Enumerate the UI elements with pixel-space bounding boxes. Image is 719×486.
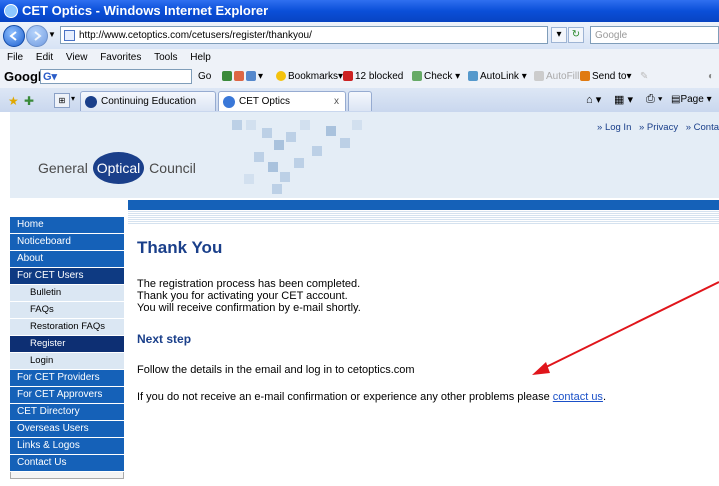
menu-tools[interactable]: Tools: [154, 52, 177, 63]
address-toolbar: ▼ http://www.cetoptics.com/cetusers/regi…: [0, 22, 719, 50]
send-icon: [580, 71, 590, 82]
sidebar-item-for-cet-approvers[interactable]: For CET Approvers: [10, 387, 124, 404]
google-search-input[interactable]: G▾: [40, 69, 192, 84]
address-url: http://www.cetoptics.com/cetusers/regist…: [79, 30, 312, 41]
contact-link-top[interactable]: » Conta: [686, 122, 719, 133]
top-links: » Log In » Privacy » Conta: [592, 122, 719, 133]
window-title-bar: CET Optics - Windows Internet Explorer: [0, 0, 719, 22]
gmail-icon: [222, 71, 232, 82]
back-button[interactable]: [3, 25, 25, 47]
autolink-button[interactable]: AutoLink ▾: [468, 66, 527, 88]
forward-button[interactable]: [26, 25, 48, 47]
privacy-link[interactable]: » Privacy: [639, 122, 678, 133]
site-header: General Optical Council » Log In » Priva…: [10, 112, 719, 198]
sidebar-bottom-box: [10, 472, 124, 479]
tab-cet-optics[interactable]: CET Optics x: [218, 91, 346, 111]
sidebar-item-contact-us[interactable]: Contact Us: [10, 455, 124, 472]
popup-blocked-button[interactable]: 12 blocked: [343, 66, 403, 88]
back-arrow-icon: [9, 31, 17, 41]
star-icon: [276, 71, 286, 82]
bookmarks-button[interactable]: Bookmarks▾: [276, 66, 343, 88]
page-title: Thank You: [137, 238, 223, 257]
sidebar-item-bulletin[interactable]: Bulletin: [10, 285, 124, 302]
page-menu-button[interactable]: ▤Page ▾: [671, 94, 712, 105]
new-tab-button[interactable]: [348, 91, 372, 111]
sidebar-item-links-logos[interactable]: Links & Logos: [10, 438, 124, 455]
goc-logo[interactable]: General Optical Council: [38, 152, 196, 184]
close-tab-icon[interactable]: x: [334, 92, 339, 112]
page-icon: [64, 30, 75, 41]
sidebar-item-register[interactable]: Register: [10, 336, 124, 353]
address-input[interactable]: http://www.cetoptics.com/cetusers/regist…: [60, 26, 548, 44]
login-link[interactable]: » Log In: [597, 122, 631, 133]
forward-arrow-icon: [34, 31, 42, 41]
google-toolbar: Google G▾ Go ▾ Bookmarks▾ 12 blocked Che…: [0, 66, 719, 89]
confirmation-line-3: You will receive confirmation by e-mail …: [137, 302, 361, 314]
add-favorites-icon[interactable]: ✚: [24, 94, 34, 108]
menu-view[interactable]: View: [66, 52, 88, 63]
menu-edit[interactable]: Edit: [36, 52, 53, 63]
print-icon[interactable]: ⎙ ▾: [646, 93, 662, 106]
popup-blocker-icon: [343, 71, 353, 82]
history-dropdown-icon[interactable]: ▼: [48, 30, 56, 39]
sidebar-item-login[interactable]: Login: [10, 353, 124, 370]
menu-file[interactable]: File: [7, 52, 23, 63]
sidebar-item-cet-directory[interactable]: CET Directory: [10, 404, 124, 421]
header-stripes: [128, 210, 719, 224]
refresh-icon[interactable]: ↻: [568, 27, 584, 43]
menu-help[interactable]: Help: [190, 52, 211, 63]
sidebar-nav: Home Noticeboard About For CET Users Bul…: [10, 217, 124, 479]
sidebar-item-overseas-users[interactable]: Overseas Users: [10, 421, 124, 438]
sidebar-item-for-cet-providers[interactable]: For CET Providers: [10, 370, 124, 387]
ie-page-favicon-icon: [223, 96, 235, 108]
tab-bar: ★ ✚ ⊞ ▾ Continuing Education and Tr... C…: [0, 88, 719, 127]
sidebar-item-home[interactable]: Home: [10, 217, 124, 234]
google-go-button[interactable]: Go: [198, 66, 211, 88]
problem-message: If you do not receive an e-mail confirma…: [137, 391, 606, 403]
quick-tabs-icon[interactable]: ⊞: [54, 93, 70, 108]
favorites-star-icon[interactable]: ★: [8, 94, 19, 108]
menu-favorites[interactable]: Favorites: [100, 52, 141, 63]
sidebar-item-restoration-faqs[interactable]: Restoration FAQs: [10, 319, 124, 336]
feeds-icon[interactable]: ▦ ▾: [614, 93, 633, 106]
address-dropdown-button[interactable]: ▾: [551, 27, 567, 43]
header-blue-band: [128, 200, 719, 210]
spellcheck-icon: [412, 71, 422, 82]
search-input[interactable]: Google: [590, 26, 719, 44]
menu-bar: File Edit View Favorites Tools Help: [0, 49, 719, 66]
settings-icon[interactable]: ◐: [708, 66, 714, 88]
toolbar-extra-icons[interactable]: ▾: [222, 66, 263, 88]
sidebar-item-about[interactable]: About: [10, 251, 124, 268]
sidebar-item-for-cet-users[interactable]: For CET Users: [10, 268, 124, 285]
contact-us-link[interactable]: contact us: [553, 391, 603, 403]
confirmation-line-2: Thank you for activating your CET accoun…: [137, 290, 348, 302]
sidebar-item-faqs[interactable]: FAQs: [10, 302, 124, 319]
tab-continuing-education[interactable]: Continuing Education and Tr...: [80, 91, 216, 127]
follow-instructions: Follow the details in the email and log …: [137, 364, 415, 376]
confirmation-line-1: The registration process has been comple…: [137, 278, 361, 290]
pencil-icon[interactable]: ✎: [640, 66, 648, 88]
ie-logo-icon: [4, 4, 18, 18]
send-to-button[interactable]: Send to▾: [580, 66, 632, 88]
sidebar-item-noticeboard[interactable]: Noticeboard: [10, 234, 124, 251]
tab-list-dropdown-icon[interactable]: ▾: [71, 94, 75, 103]
gop-favicon-icon: [85, 96, 97, 108]
next-step-heading: Next step: [137, 332, 192, 346]
autofill-button[interactable]: AutoFill: [534, 66, 579, 88]
web-page: General Optical Council » Log In » Priva…: [0, 112, 719, 486]
window-title: CET Optics - Windows Internet Explorer: [22, 3, 269, 18]
home-icon[interactable]: ⌂ ▾: [586, 93, 601, 106]
autofill-icon: [534, 71, 544, 82]
pagerank-icon: [234, 71, 244, 82]
spell-check-button[interactable]: Check ▾: [412, 66, 460, 88]
autolink-icon: [468, 71, 478, 82]
news-icon: [246, 71, 256, 82]
